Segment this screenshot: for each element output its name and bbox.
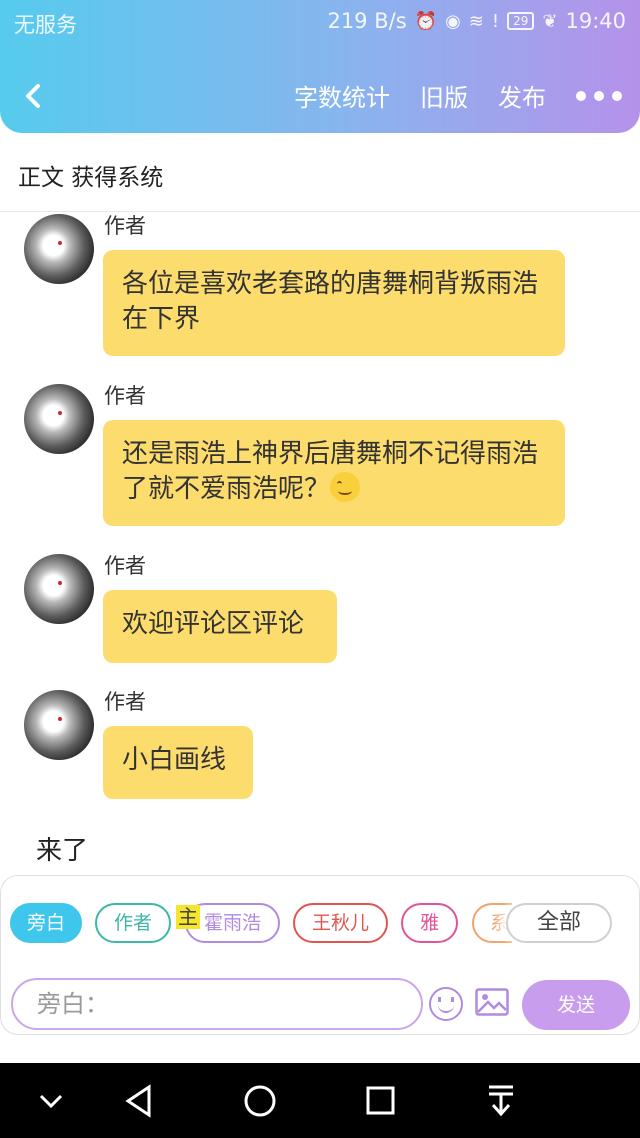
carrier-status: 无服务 <box>14 13 77 37</box>
eye-icon: ◉ <box>445 10 461 32</box>
message-author: 作者 <box>104 690 146 714</box>
message-bubble[interactable]: 欢迎评论区评论 <box>103 590 337 663</box>
nav-back-icon[interactable] <box>124 1081 154 1121</box>
avatar[interactable] <box>24 690 94 760</box>
divider <box>0 211 640 212</box>
image-icon[interactable] <box>475 988 509 1016</box>
role-chip-ya[interactable]: 雅 <box>401 903 458 943</box>
alarm-icon: ⏰ <box>414 10 438 32</box>
emoji-icon[interactable] <box>429 987 463 1021</box>
nav-recents-icon[interactable] <box>365 1081 395 1121</box>
role-chip-narrator[interactable]: 旁白 <box>10 903 82 943</box>
app-header: 无服务 219 B/s ⏰ ◉ ≋ ! 29 ❦ 19:40 字数统计 旧版 发… <box>0 0 640 133</box>
status-bar-right: 219 B/s ⏰ ◉ ≋ ! 29 ❦ 19:40 <box>327 9 626 33</box>
message-author: 作者 <box>104 554 146 578</box>
message-bubble[interactable]: 各位是喜欢老套路的唐舞桐背叛雨浩在下界 <box>103 250 565 356</box>
message-bubble[interactable]: 还是雨浩上神界后唐舞桐不记得雨浩了就不爱雨浩呢？ <box>103 420 565 526</box>
leaf-icon: ❦ <box>542 10 558 32</box>
header-actions: 字数统计 旧版 发布 <box>294 78 622 113</box>
message-bubble[interactable]: 小白画线 <box>103 726 253 799</box>
avatar[interactable] <box>24 214 94 284</box>
narration-text: 来了 <box>36 836 89 866</box>
all-roles-button[interactable]: 全部 <box>506 903 612 943</box>
nav-down-icon[interactable] <box>36 1081 66 1121</box>
chapter-title: 正文 获得系统 <box>18 165 164 191</box>
back-arrow-icon <box>26 84 40 108</box>
protagonist-marker: 主 <box>176 905 200 929</box>
avatar[interactable] <box>24 384 94 454</box>
nav-notification-icon[interactable] <box>486 1081 516 1121</box>
nav-home-icon[interactable] <box>243 1081 277 1121</box>
system-nav-bar <box>0 1063 640 1138</box>
word-count-button[interactable]: 字数统计 <box>294 78 390 113</box>
publish-button[interactable]: 发布 <box>498 78 546 113</box>
message-author: 作者 <box>104 214 146 238</box>
message-author: 作者 <box>104 384 146 408</box>
role-chip-wang-qiuer[interactable]: 王秋儿 <box>293 903 388 943</box>
sim-icon: ! <box>491 10 500 32</box>
back-button[interactable] <box>20 76 50 116</box>
wifi-icon: ≋ <box>468 10 484 32</box>
battery-indicator: 29 <box>507 12 535 30</box>
message-text: 还是雨浩上神界后唐舞桐不记得雨浩了就不爱雨浩呢？ <box>122 439 539 504</box>
more-dots-icon[interactable] <box>576 90 622 101</box>
old-version-button[interactable]: 旧版 <box>420 78 468 113</box>
send-button[interactable]: 发送 <box>522 980 630 1030</box>
network-speed: 219 B/s <box>327 9 407 33</box>
role-chip-author[interactable]: 作者 <box>95 903 171 943</box>
message-input[interactable]: 旁白： <box>11 978 423 1030</box>
clock: 19:40 <box>565 9 626 33</box>
avatar[interactable] <box>24 554 94 624</box>
smiling-face-emoji-icon <box>330 472 361 502</box>
